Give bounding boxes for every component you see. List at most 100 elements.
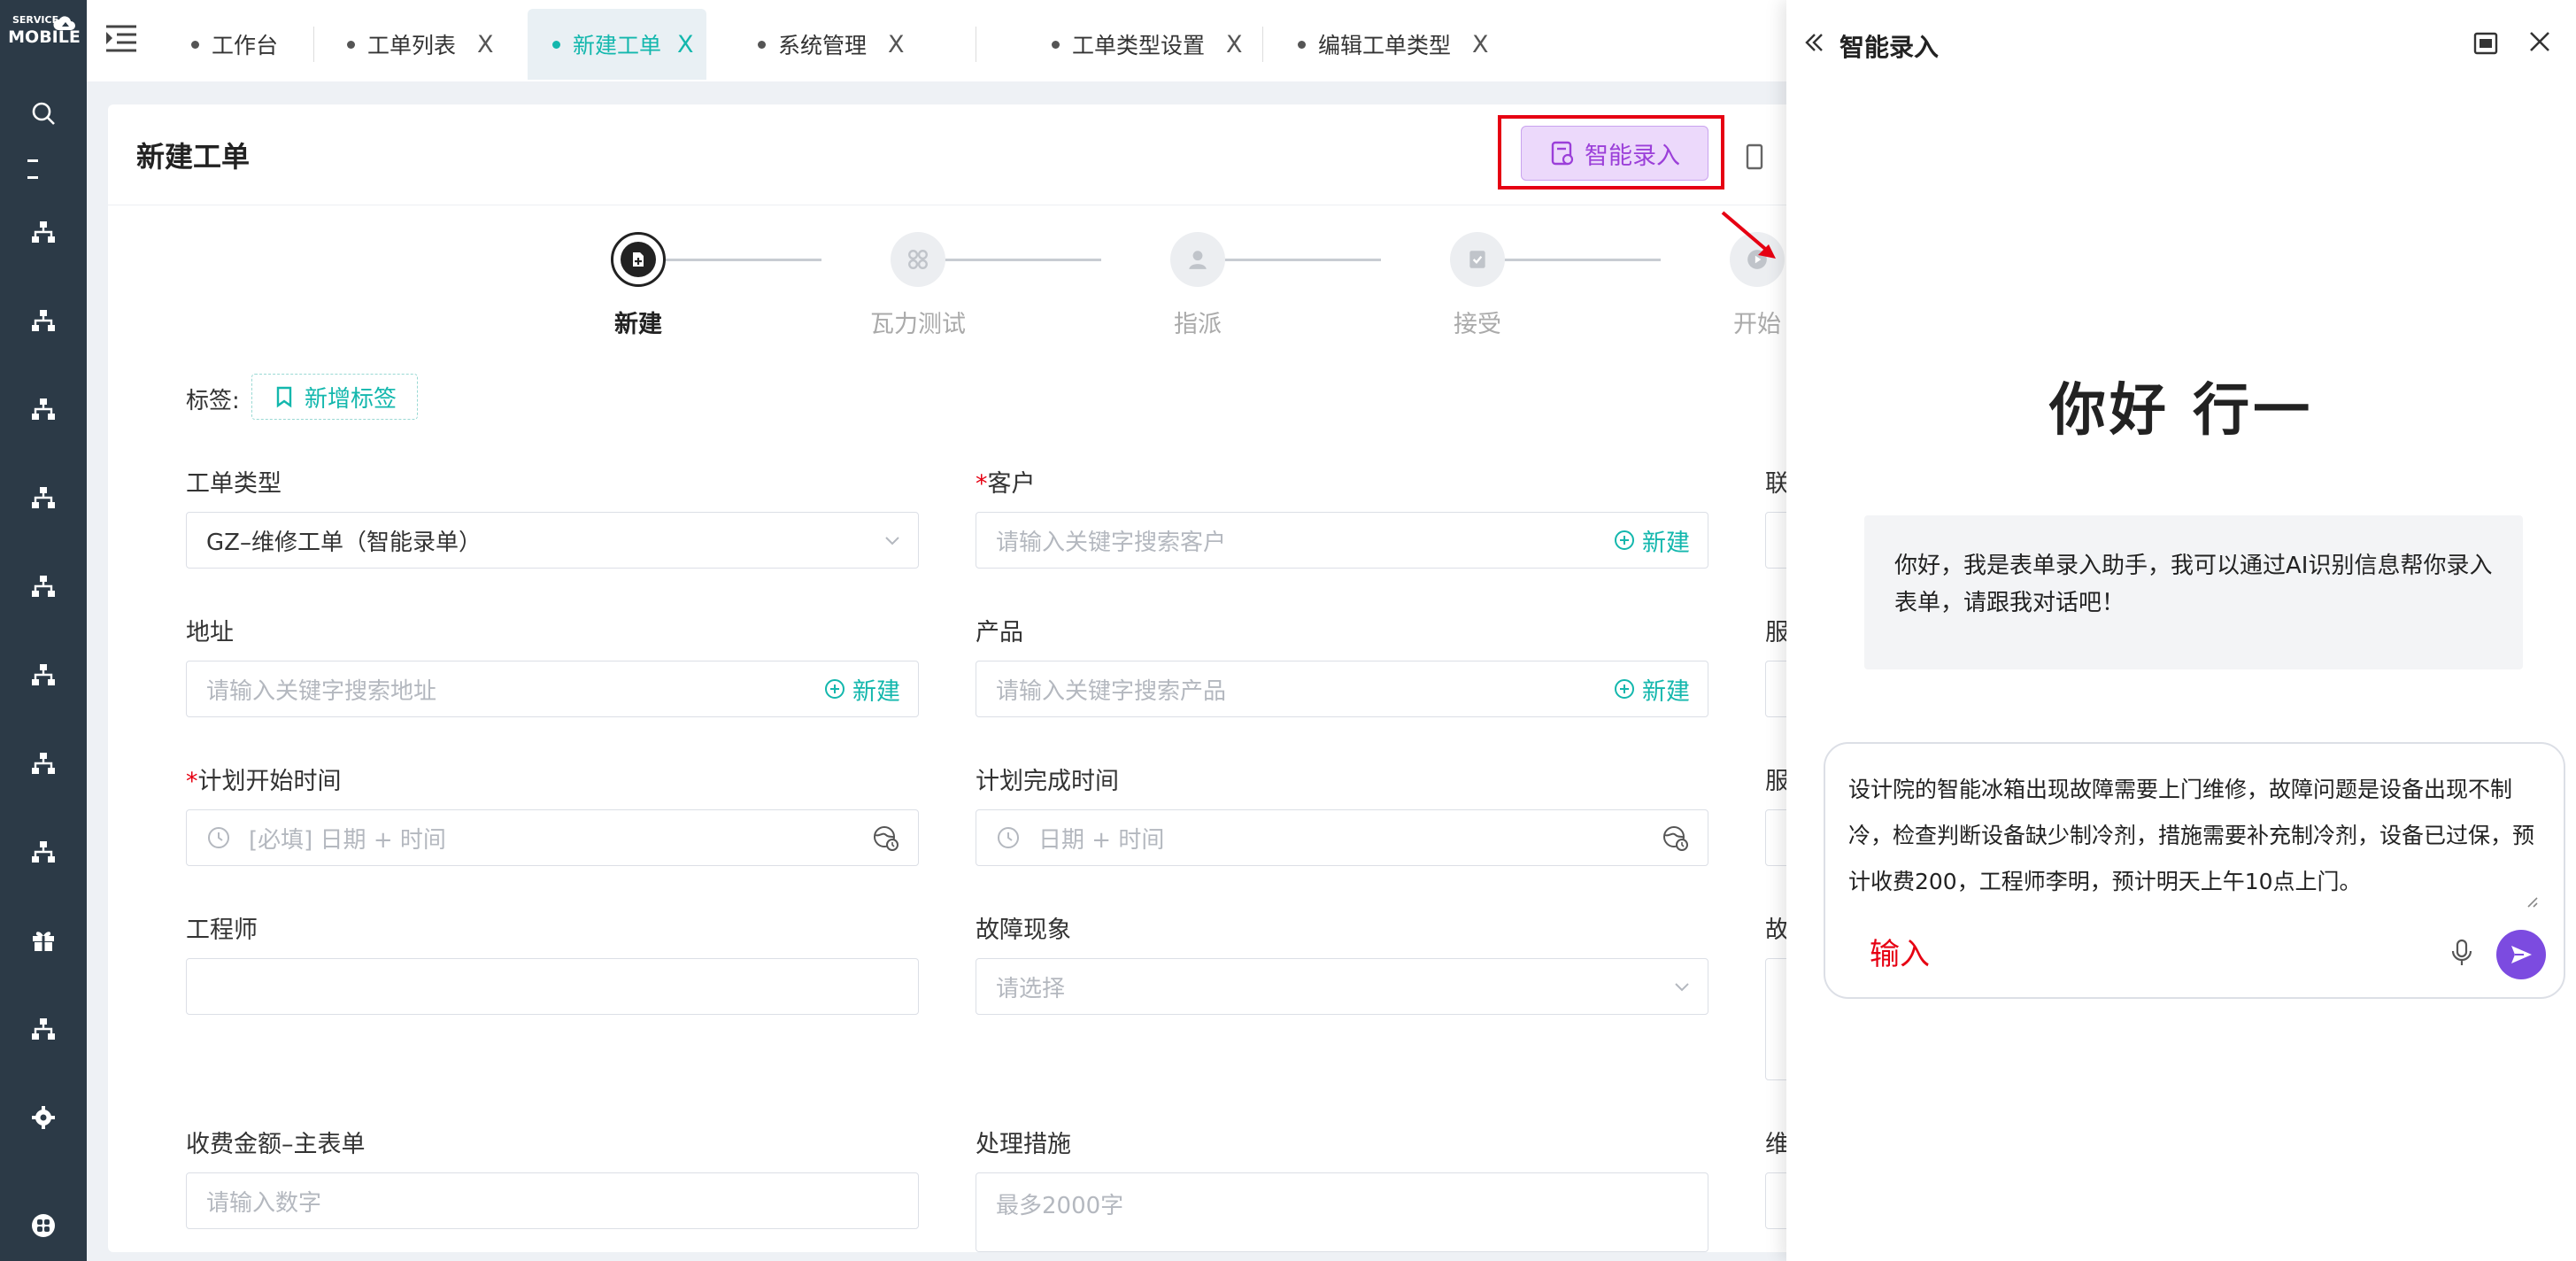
tab-separator	[313, 27, 314, 62]
maximize-icon[interactable]	[2473, 32, 2498, 55]
tab-dot	[552, 40, 560, 49]
resize-handle-icon[interactable]	[2525, 894, 2539, 909]
step-label: 瓦力测试	[870, 311, 966, 338]
chevron-down-icon	[1675, 983, 1689, 992]
bookmark-icon	[276, 386, 292, 408]
fee-placeholder: 请输入数字	[206, 1189, 322, 1217]
step-assign-icon[interactable]	[1170, 232, 1225, 287]
mobile-preview-icon[interactable]	[1746, 143, 1763, 170]
timezone-icon[interactable]	[872, 824, 900, 853]
tab-new-ticket[interactable]: 新建工单 X	[528, 9, 706, 80]
smart-entry-label: 智能录入	[1585, 142, 1680, 170]
org-chart-icon[interactable]	[22, 211, 65, 253]
add-tag-button[interactable]: 新增标签	[251, 374, 418, 420]
engineer-input[interactable]	[186, 958, 919, 1015]
tab-dot	[347, 40, 355, 49]
tab-ticket-list[interactable]: 工单列表 X	[347, 9, 494, 80]
fault-label: 故障现象	[976, 917, 1071, 944]
tab-dot	[1298, 40, 1306, 49]
step-test-icon[interactable]	[891, 232, 945, 287]
collapse-dash-icon[interactable]	[27, 149, 59, 179]
new-ticket-card: 新建工单 智能录入 新建 瓦力测试 指派 接受 开始 标签: 新增标签 工单类型…	[108, 104, 1818, 1252]
required-mark: *	[976, 470, 988, 498]
greeting-heading: 你好 行一	[2048, 378, 2314, 444]
new-customer-button[interactable]: 新建	[1614, 513, 1690, 568]
tab-close-icon[interactable]: X	[1472, 31, 1489, 58]
tab-close-icon[interactable]: X	[477, 31, 494, 58]
plan-start-label: *计划开始时间	[186, 762, 342, 796]
step-accept-icon[interactable]	[1450, 232, 1505, 287]
tab-close-icon[interactable]: X	[888, 31, 905, 58]
tab-system-admin[interactable]: 系统管理 X	[758, 9, 905, 80]
org-chart-icon[interactable]	[22, 831, 65, 873]
measures-placeholder: 最多2000字	[996, 1193, 1124, 1219]
org-chart-icon[interactable]	[22, 565, 65, 607]
app-logo[interactable]: SERVICE MOBILE	[7, 14, 81, 62]
apps-icon[interactable]	[22, 1204, 65, 1247]
customer-placeholder: 请输入关键字搜索客户	[996, 529, 1227, 556]
chevron-down-icon	[885, 537, 899, 545]
search-icon[interactable]	[22, 92, 65, 135]
new-product-label: 新建	[1642, 677, 1690, 706]
timezone-icon[interactable]	[1662, 824, 1690, 853]
plan-start-label-text: 计划开始时间	[197, 768, 342, 795]
measures-textarea[interactable]: 最多2000字	[976, 1172, 1708, 1252]
menu-toggle-icon[interactable]	[104, 21, 138, 55]
customer-label-text: 客户	[987, 470, 1036, 498]
tab-label: 工作台	[212, 33, 279, 58]
double-chevron-left-icon[interactable]	[1802, 30, 1827, 55]
product-label: 产品	[976, 619, 1023, 646]
smart-entry-icon	[1551, 141, 1574, 166]
plan-start-datetime-input[interactable]: [必填] 日期 + 时间	[186, 809, 919, 866]
chat-input-box[interactable]: 设计院的智能冰箱出现故障需要上门维修，故障问题是设备出现不制冷，检查判断设备缺少…	[1824, 742, 2565, 999]
send-icon	[2511, 946, 2532, 963]
close-icon[interactable]	[2526, 28, 2553, 55]
send-button[interactable]	[2496, 930, 2546, 979]
fault-placeholder: 请选择	[996, 975, 1066, 1002]
add-tag-label: 新增标签	[304, 385, 397, 413]
page-title: 新建工单	[136, 140, 251, 174]
ticket-type-select[interactable]: GZ–维修工单（智能录单）	[186, 512, 919, 569]
required-mark: *	[186, 768, 198, 795]
plan-end-placeholder: 日期 + 时间	[1038, 826, 1165, 854]
tab-close-icon[interactable]: X	[677, 31, 694, 58]
settings-icon[interactable]	[22, 1096, 65, 1139]
org-chart-icon[interactable]	[22, 1008, 65, 1050]
tab-edit-ticket-type[interactable]: 编辑工单类型 X	[1298, 9, 1489, 80]
org-chart-icon[interactable]	[22, 476, 65, 519]
tab-ticket-type-settings[interactable]: 工单类型设置 X	[1052, 9, 1243, 80]
new-address-label: 新建	[852, 677, 900, 706]
step-label: 新建	[614, 311, 662, 338]
tab-workbench[interactable]: 工作台	[191, 9, 278, 80]
fee-number-input[interactable]: 请输入数字	[186, 1172, 919, 1229]
chat-input-text[interactable]: 设计院的智能冰箱出现故障需要上门维修，故障问题是设备出现不制冷，检查判断设备缺少…	[1848, 767, 2539, 905]
new-address-button[interactable]: 新建	[824, 661, 900, 716]
gift-icon[interactable]	[22, 919, 65, 962]
product-search-input[interactable]: 请输入关键字搜索产品 新建	[976, 661, 1708, 717]
plus-circle-icon	[1615, 530, 1634, 550]
org-chart-icon[interactable]	[22, 742, 65, 785]
address-search-input[interactable]: 请输入关键字搜索地址 新建	[186, 661, 919, 717]
org-chart-icon[interactable]	[22, 388, 65, 430]
left-sidebar: SERVICE MOBILE	[0, 0, 87, 1261]
tab-close-icon[interactable]: X	[1226, 31, 1243, 58]
tab-label: 系统管理	[778, 33, 868, 58]
tags-label: 标签:	[186, 388, 240, 414]
tab-dot	[758, 40, 766, 49]
new-product-button[interactable]: 新建	[1614, 661, 1690, 716]
service-label-2: 服	[1765, 768, 1789, 795]
plan-end-datetime-input[interactable]: 日期 + 时间	[976, 809, 1708, 866]
smart-entry-panel: 智能录入 你好 行一 你好，我是表单录入助手，我可以通过AI识别信息帮你录入表单…	[1786, 0, 2576, 1261]
customer-search-input[interactable]: 请输入关键字搜索客户 新建	[976, 512, 1708, 569]
fault-select[interactable]: 请选择	[976, 958, 1708, 1015]
tab-dot	[1052, 40, 1060, 49]
step-new-icon[interactable]	[611, 232, 666, 287]
org-chart-icon[interactable]	[22, 299, 65, 342]
address-placeholder: 请输入关键字搜索地址	[206, 677, 437, 705]
smart-entry-button[interactable]: 智能录入	[1521, 126, 1708, 181]
org-chart-icon[interactable]	[22, 654, 65, 696]
microphone-icon[interactable]	[2450, 939, 2473, 967]
input-annotation: 输入	[1870, 937, 1930, 972]
new-customer-label: 新建	[1642, 529, 1690, 557]
contact-label: 联	[1765, 470, 1789, 498]
